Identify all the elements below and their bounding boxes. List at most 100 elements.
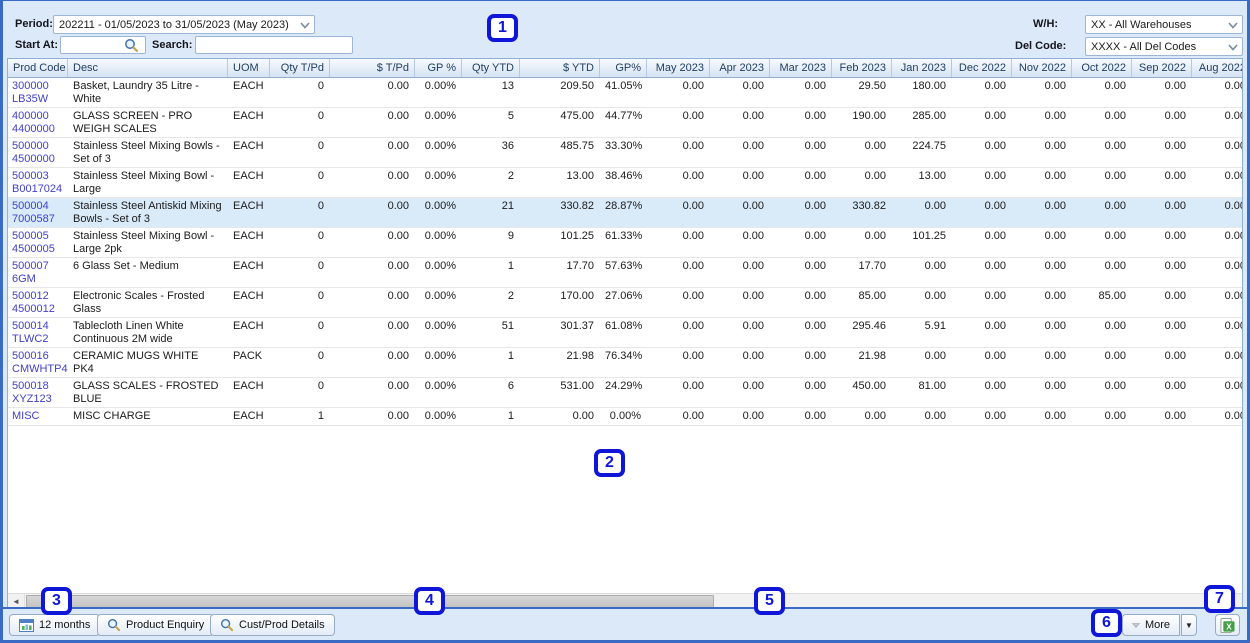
prod-code-link[interactable]: 500016CMWHTP4 [8,348,68,377]
del-code-select[interactable]: XXXX - All Del Codes [1085,37,1243,56]
table-cell: GLASS SCREEN - PRO WEIGH SCALES [68,108,228,137]
table-cell: 0.00 [770,348,832,377]
more-dropdown-arrow-button[interactable]: ▼ [1181,614,1197,636]
table-cell: 9 [462,228,520,257]
table-cell: 0.00 [770,228,832,257]
table-cell: 0.00 [1192,348,1242,377]
table-row[interactable]: 5000054500005Stainless Steel Mixing Bowl… [8,228,1242,258]
table-cell: 0.00% [415,138,462,167]
table-cell: 0.00 [710,108,770,137]
table-cell: 0.00 [1192,138,1242,167]
table-cell: 0.00 [952,348,1012,377]
table-cell: 0.00 [330,78,415,107]
column-header[interactable]: Feb 2023 [832,59,892,77]
start-at-label: Start At: [15,39,58,51]
prod-code-link[interactable]: 300000LB35W [8,78,68,107]
table-cell: 531.00 [520,378,600,407]
prod-code-link[interactable]: 5000076GM [8,258,68,287]
table-cell: 0.00 [1012,258,1072,287]
table-cell: 6 [462,378,520,407]
column-header[interactable]: Sep 2022 [1132,59,1192,77]
column-header[interactable]: Oct 2022 [1072,59,1132,77]
column-header[interactable]: Prod Code [8,59,68,77]
table-cell: 0.00 [1072,78,1132,107]
table-cell: 0.00 [647,78,710,107]
table-row[interactable]: 4000004400000GLASS SCREEN - PRO WEIGH SC… [8,108,1242,138]
table-cell: 1 [270,408,330,425]
table-cell: 0.00 [952,198,1012,227]
column-header[interactable]: UOM [228,59,270,77]
table-cell: 0.00 [647,318,710,347]
table-row[interactable]: 300000LB35WBasket, Laundry 35 Litre - Wh… [8,78,1242,108]
column-header[interactable]: Apr 2023 [710,59,770,77]
period-select[interactable]: 202211 - 01/05/2023 to 31/05/2023 (May 2… [53,15,315,34]
table-cell: EACH [228,108,270,137]
column-header[interactable]: Desc [68,59,228,77]
warehouse-select[interactable]: XX - All Warehouses [1085,15,1243,34]
search-icon[interactable] [124,38,139,53]
table-cell: 0.00 [952,288,1012,317]
table-row[interactable]: 5000004500000Stainless Steel Mixing Bowl… [8,138,1242,168]
table-row[interactable]: 5000047000587Stainless Steel Antiskid Mi… [8,198,1242,228]
table-cell: 0.00 [647,228,710,257]
table-cell: 0.00 [1012,228,1072,257]
table-cell: 0.00 [1132,378,1192,407]
export-excel-button[interactable]: X [1215,614,1240,636]
table-cell: EACH [228,198,270,227]
table-cell: 0 [270,138,330,167]
table-row[interactable]: 500016CMWHTP4CERAMIC MUGS WHITE PK4PACK0… [8,348,1242,378]
column-header[interactable]: Mar 2023 [770,59,832,77]
table-cell: 0.00 [1012,348,1072,377]
table-cell: 0 [270,318,330,347]
column-header[interactable]: May 2023 [647,59,710,77]
table-cell: 0.00 [1012,318,1072,347]
column-header[interactable]: Jan 2023 [892,59,952,77]
table-cell: 0.00 [1072,408,1132,425]
table-cell: CERAMIC MUGS WHITE PK4 [68,348,228,377]
table-cell: 0.00 [892,258,952,287]
chevron-down-icon [300,22,310,29]
prod-code-link[interactable]: 5000124500012 [8,288,68,317]
column-header[interactable]: $ YTD [520,59,600,77]
column-header[interactable]: Qty T/Pd [270,59,330,77]
more-button[interactable]: More [1122,614,1180,636]
table-row[interactable]: 500003B0017024Stainless Steel Mixing Bow… [8,168,1242,198]
search-input[interactable] [195,36,353,54]
table-cell: 21.98 [520,348,600,377]
table-row[interactable]: 5000076GM6 Glass Set - MediumEACH00.000.… [8,258,1242,288]
table-row[interactable]: MISCMISC CHARGEEACH10.000.00%10.000.00%0… [8,408,1242,426]
table-cell: 0.00 [710,228,770,257]
twelve-months-button[interactable]: 12 months [9,614,100,636]
column-header[interactable]: GP % [415,59,462,77]
table-cell: 485.75 [520,138,600,167]
prod-code-link[interactable]: 4000004400000 [8,108,68,137]
table-cell: 0.00 [647,168,710,197]
table-cell: 0.00 [952,168,1012,197]
column-header[interactable]: Dec 2022 [952,59,1012,77]
prod-code-link[interactable]: 500018XYZ123 [8,378,68,407]
table-row[interactable]: 500014TLWC2Tablecloth Linen White Contin… [8,318,1242,348]
table-cell: 0.00 [892,198,952,227]
prod-code-link[interactable]: 5000054500005 [8,228,68,257]
table-cell: 0.00 [1072,138,1132,167]
table-cell: 0.00 [330,318,415,347]
prod-code-link[interactable]: MISC [8,408,68,425]
table-cell: 0.00 [1012,378,1072,407]
bottom-toolbar: 12 months Product Enquiry Cust/Prod Deta… [3,607,1247,640]
column-header[interactable]: GP% [600,59,647,77]
prod-code-link[interactable]: 5000004500000 [8,138,68,167]
cust-prod-details-button[interactable]: Cust/Prod Details [210,614,335,636]
column-header[interactable]: Nov 2022 [1012,59,1072,77]
table-row[interactable]: 500018XYZ123GLASS SCALES - FROSTED BLUEE… [8,378,1242,408]
table-cell: 24.29% [600,378,647,407]
prod-code-link[interactable]: 5000047000587 [8,198,68,227]
search-label: Search: [152,39,192,51]
table-cell: 57.63% [600,258,647,287]
product-enquiry-button[interactable]: Product Enquiry [97,614,214,636]
prod-code-link[interactable]: 500003B0017024 [8,168,68,197]
column-header[interactable]: Qty YTD [462,59,520,77]
column-header[interactable]: Aug 2022 [1192,59,1243,77]
column-header[interactable]: $ T/Pd [330,59,415,77]
prod-code-link[interactable]: 500014TLWC2 [8,318,68,347]
table-row[interactable]: 5000124500012Electronic Scales - Frosted… [8,288,1242,318]
